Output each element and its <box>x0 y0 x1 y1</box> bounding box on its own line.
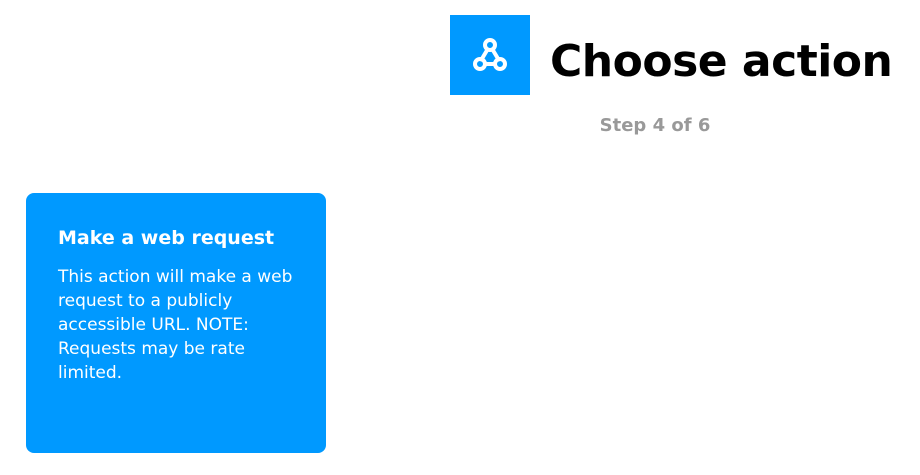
webhooks-service-icon <box>450 15 530 95</box>
step-indicator: Step 4 of 6 <box>599 115 711 136</box>
action-card-description: This action will make a web request to a… <box>58 267 293 383</box>
page-title: Choose action <box>550 36 893 87</box>
webhooks-icon <box>473 38 507 71</box>
action-card-make-web-request[interactable]: Make a web request This action will make… <box>26 193 326 453</box>
choose-action-page: Choose action Step 4 of 6 Make a web req… <box>0 0 920 475</box>
action-card-title: Make a web request <box>58 227 275 249</box>
